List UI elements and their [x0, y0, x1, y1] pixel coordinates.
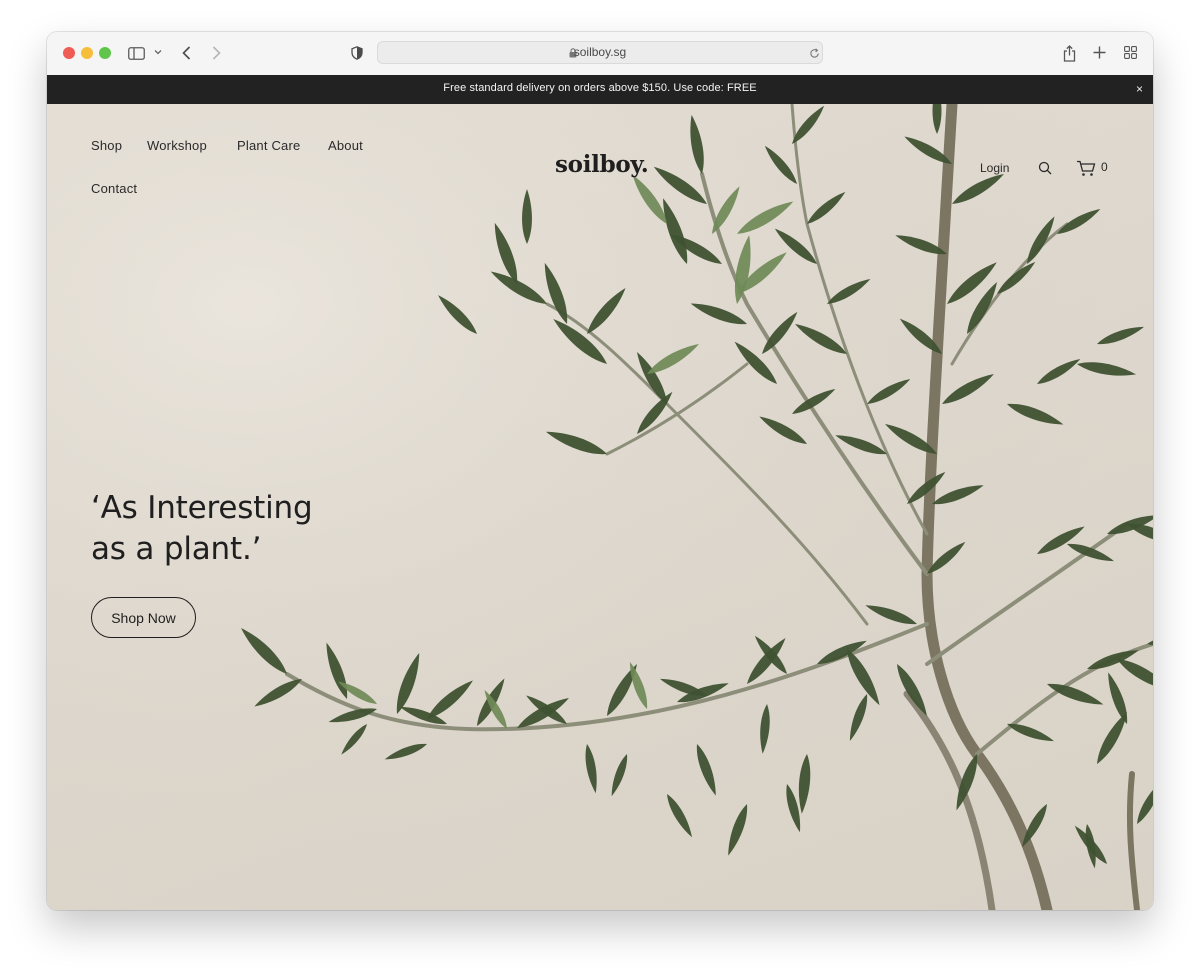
brand-logo[interactable]: soilboy. [555, 151, 649, 178]
minimize-window-button[interactable] [81, 47, 93, 59]
browser-window: soilboy.sg Free standard delivery on ord… [47, 32, 1153, 910]
shield-icon[interactable] [350, 45, 364, 61]
announcement-bar: Free standard delivery on orders above $… [47, 75, 1153, 104]
nav-shop[interactable]: Shop [91, 138, 122, 153]
back-icon[interactable] [179, 44, 193, 62]
hero-section: Shop Workshop Plant Care About Contact s… [47, 104, 1153, 910]
forward-icon[interactable] [209, 44, 223, 62]
close-window-button[interactable] [63, 47, 75, 59]
hero-headline-line-2: as a plant.’ [91, 531, 262, 567]
reload-icon[interactable] [808, 47, 820, 59]
login-link[interactable]: Login [980, 161, 1009, 175]
zoom-window-button[interactable] [99, 47, 111, 59]
nav-plant-care[interactable]: Plant Care [237, 138, 300, 153]
hero-headline-line-1: ‘As Interesting [91, 490, 313, 526]
tab-overview-icon[interactable] [1123, 45, 1137, 59]
nav-about[interactable]: About [328, 138, 363, 153]
close-announcement-button[interactable]: × [1136, 82, 1143, 96]
sidebar-icon[interactable] [127, 44, 145, 62]
shop-now-button[interactable]: Shop Now [91, 597, 196, 638]
address-bar[interactable]: soilboy.sg [377, 41, 823, 64]
browser-toolbar: soilboy.sg [47, 32, 1153, 75]
cart-icon[interactable] [1075, 159, 1097, 177]
announcement-text: Free standard delivery on orders above $… [443, 82, 757, 94]
chevron-down-icon[interactable] [153, 47, 163, 57]
cart-count: 0 [1101, 160, 1108, 174]
new-tab-icon[interactable] [1092, 45, 1106, 59]
nav-contact[interactable]: Contact [91, 181, 137, 196]
search-icon[interactable] [1037, 160, 1053, 176]
url-text: soilboy.sg [573, 45, 627, 59]
hero-headline: ‘As Interesting as a plant.’ [91, 488, 313, 570]
share-icon[interactable] [1061, 43, 1077, 63]
nav-workshop[interactable]: Workshop [147, 138, 207, 153]
